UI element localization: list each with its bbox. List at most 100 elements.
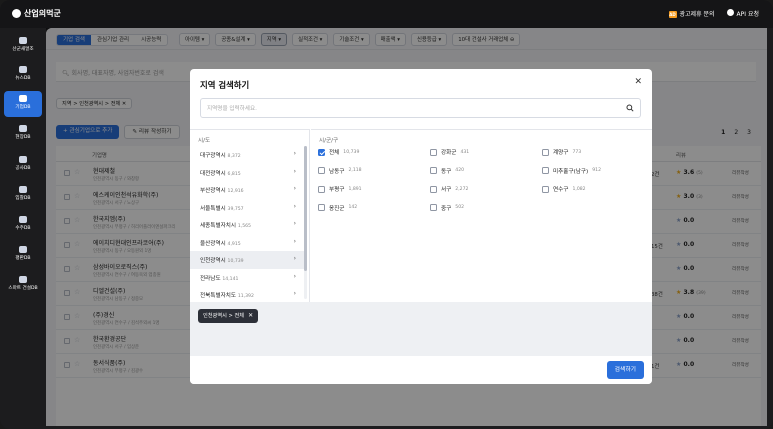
gu-header: 시/군/구 [319, 138, 339, 144]
sido-name: 전라남도 [200, 275, 221, 282]
search-submit-button[interactable]: 검색하기 [606, 361, 644, 379]
app-window: 산업의먹군 AD 광고제휴 문의 API 요청 산군새얼조 뉴스DB 기업DB 현… [0, 0, 773, 429]
gu-checkbox-item[interactable]: 남동구 2,118 [318, 167, 362, 175]
sido-scrollbar[interactable] [304, 146, 307, 299]
scrollbar-thumb[interactable] [304, 146, 307, 271]
gu-name: 연수구 [553, 187, 569, 193]
gu-name: 남동구 [329, 168, 345, 175]
sido-count: 39,757 [227, 206, 244, 212]
sido-name: 대전광역시 [200, 170, 226, 177]
checkbox-icon[interactable] [318, 148, 325, 156]
sido-item[interactable]: 서울특별시 39,757 › [190, 199, 304, 217]
region-search-input[interactable] [207, 103, 607, 114]
sidebar-item-news[interactable]: 뉴스DB [4, 62, 42, 88]
chevron-right-icon: › [293, 272, 296, 280]
checkbox-icon[interactable] [542, 167, 549, 174]
checkbox-icon[interactable] [542, 148, 549, 156]
sido-name: 대구광역시 [200, 153, 226, 159]
region-search-modal: 지역 검색하기 ✕ 시/도 대구광역시 8,372›대전광역시 6,815›부산… [190, 69, 652, 384]
sido-count: 1,565 [237, 224, 251, 229]
top-actions: AD 광고제휴 문의 API 요청 [668, 9, 759, 18]
ad-inquiry-label: 광고제휴 문의 [679, 11, 715, 18]
sido-item[interactable]: 울산광역시 4,915 › [190, 234, 304, 252]
gu-name: 계양구 [553, 150, 569, 156]
region-search-box [200, 98, 641, 118]
gu-count: 420 [455, 168, 465, 173]
app-logo[interactable]: 산업의먹군 [12, 8, 61, 19]
gu-checkbox-item[interactable]: 부평구 1,891 [318, 185, 362, 193]
gu-checkbox-item[interactable]: 연수구 1,082 [542, 185, 586, 193]
sidebar-item-site[interactable]: 현장DB [4, 121, 42, 147]
chevron-right-icon: › [293, 167, 296, 175]
sido-item[interactable]: 대전광역시 6,815 › [190, 164, 304, 182]
sido-label: 울산광역시 4,915 [200, 239, 241, 247]
sido-name: 세종특별자치시 [200, 223, 237, 229]
sido-name: 부산광역시 [200, 188, 226, 194]
reputation-icon [19, 246, 27, 253]
checkbox-icon[interactable] [430, 148, 437, 156]
gu-checkbox-item[interactable]: 계양구 773 [542, 148, 581, 156]
sidebar-item-label: 입찰DB [15, 196, 31, 201]
sido-count: 4,915 [227, 241, 241, 247]
chevron-right-icon: › [293, 185, 296, 192]
sido-item[interactable]: 전라남도 14,141 › [190, 269, 304, 287]
sido-item[interactable]: 전북특별자치도 11,392 › [190, 286, 304, 304]
sidebar-item-label: 현장DB [15, 135, 31, 140]
gu-checkbox-item[interactable]: 옹진군 142 [318, 204, 357, 212]
selected-region-chip[interactable]: 인천광역시 > 전체 ✕ [198, 309, 259, 323]
gu-count: 10,739 [343, 149, 360, 155]
sido-label: 전북특별자치도 11,392 [200, 291, 254, 299]
sido-count: 14,141 [222, 276, 239, 282]
ad-inquiry-link[interactable]: AD 광고제휴 문의 [668, 9, 715, 18]
sidebar-item-order[interactable]: 수주DB [4, 212, 42, 238]
bid-icon [19, 186, 27, 193]
api-request-label: API 요청 [736, 11, 759, 18]
checkbox-icon[interactable] [542, 185, 549, 193]
sidebar-item-home[interactable]: 산군새얼조 [4, 33, 42, 59]
search-icon[interactable] [626, 104, 634, 112]
checkbox-icon[interactable] [430, 185, 437, 193]
sidebar-item-reputation[interactable]: 평판DB [4, 242, 42, 268]
top-bar: 산업의먹군 AD 광고제휴 문의 API 요청 [0, 0, 773, 28]
gu-checkbox-item[interactable]: 강화군 431 [430, 148, 469, 156]
gu-checkbox-item[interactable]: 동구 420 [430, 167, 464, 175]
api-request-link[interactable]: API 요청 [726, 9, 759, 18]
checkbox-icon[interactable] [318, 185, 325, 193]
sido-count: 6,815 [227, 171, 241, 177]
modal-footer: 검색하기 [190, 356, 652, 384]
modal-title: 지역 검색하기 [200, 80, 250, 90]
gu-checkbox-item[interactable]: 서구 2,272 [430, 185, 468, 193]
sidebar-item-label: 뉴스DB [15, 76, 31, 81]
sidebar-item-bid[interactable]: 입찰DB [4, 182, 42, 208]
gu-count: 431 [460, 149, 470, 155]
checkbox-icon[interactable] [430, 204, 437, 211]
gu-name: 옹진군 [329, 205, 345, 212]
sido-item[interactable]: 세종특별자치시 1,565 › [190, 216, 304, 234]
smart-icon [19, 276, 27, 283]
sido-header: 시/도 [198, 138, 211, 144]
sido-count: 12,916 [227, 189, 244, 194]
checkbox-icon[interactable] [318, 167, 325, 174]
checkbox-icon[interactable] [430, 167, 437, 174]
gu-checkbox-item[interactable]: 미추홀구(남구) 912 [542, 167, 601, 175]
gu-count: 2,118 [348, 168, 362, 173]
sidebar-item-company[interactable]: 기업DB [4, 91, 42, 117]
sido-item[interactable]: 인천광역시 10,739 › [190, 251, 304, 269]
sido-label: 대전광역시 6,815 [200, 169, 241, 177]
sido-list: 대구광역시 8,372 › 대전광역시 6,815 › 부산광역시 12,916 › 서울특… [190, 146, 304, 304]
checkbox-icon[interactable] [318, 204, 325, 211]
sidebar-item-construction[interactable]: 공사DB [4, 152, 42, 178]
sido-item[interactable]: 부산광역시 12,916 › [190, 181, 304, 199]
chevron-right-icon: › [293, 290, 296, 297]
sidebar-item-smart[interactable]: 스마트 건설DB [4, 272, 42, 306]
chevron-right-icon: › [293, 150, 296, 157]
gu-checkbox-item[interactable]: 전체 10,739 [318, 148, 359, 156]
ad-badge-icon: AD [668, 11, 677, 18]
remove-chip-icon[interactable]: ✕ [248, 309, 253, 323]
gu-count: 1,082 [572, 186, 586, 192]
sido-item[interactable]: 대구광역시 8,372 › [190, 146, 304, 164]
close-icon[interactable]: ✕ [634, 77, 642, 87]
gu-count: 2,272 [455, 186, 469, 192]
gu-checkbox-item[interactable]: 중구 502 [430, 204, 464, 212]
gu-name: 동구 [441, 168, 452, 175]
